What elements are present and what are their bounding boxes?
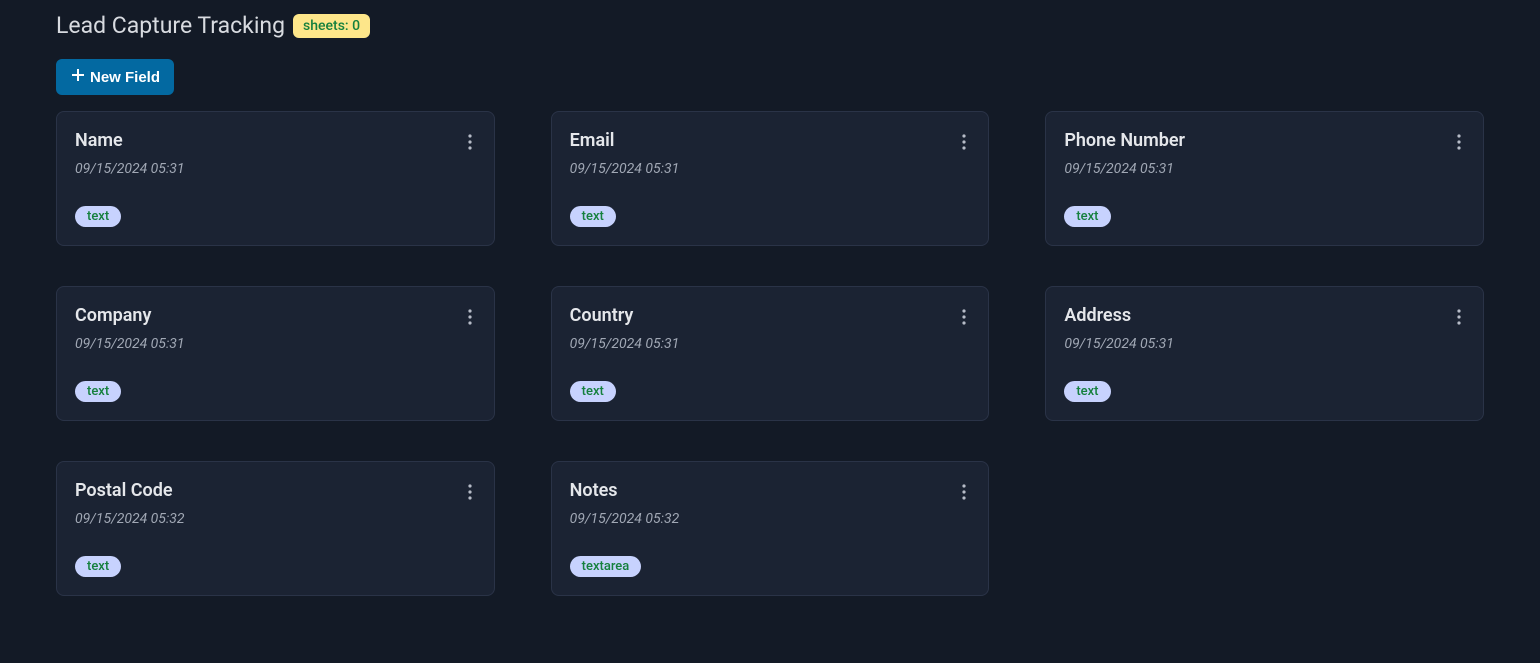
field-date: 09/15/2024 05:32 xyxy=(75,511,185,527)
field-title: Notes xyxy=(570,480,680,501)
more-vertical-icon xyxy=(468,134,472,153)
field-title: Postal Code xyxy=(75,480,185,501)
field-title: Email xyxy=(570,130,680,151)
field-date: 09/15/2024 05:32 xyxy=(570,511,680,527)
field-date: 09/15/2024 05:31 xyxy=(570,336,680,352)
plus-icon xyxy=(70,67,86,87)
field-more-button[interactable] xyxy=(958,480,970,507)
new-field-label: New Field xyxy=(90,69,160,86)
fields-grid: Name 09/15/2024 05:31 text Email 09/15/2… xyxy=(56,111,1484,596)
field-card: Country 09/15/2024 05:31 text xyxy=(551,286,990,421)
more-vertical-icon xyxy=(962,484,966,503)
field-card: Phone Number 09/15/2024 05:31 text xyxy=(1045,111,1484,246)
field-card: Postal Code 09/15/2024 05:32 text xyxy=(56,461,495,596)
field-type-badge: text xyxy=(570,381,616,402)
more-vertical-icon xyxy=(468,309,472,328)
field-date: 09/15/2024 05:31 xyxy=(75,336,185,352)
field-more-button[interactable] xyxy=(464,305,476,332)
field-title: Phone Number xyxy=(1064,130,1185,151)
more-vertical-icon xyxy=(962,309,966,328)
field-more-button[interactable] xyxy=(464,130,476,157)
page-header: Lead Capture Tracking sheets: 0 xyxy=(56,12,1484,39)
field-more-button[interactable] xyxy=(1453,130,1465,157)
more-vertical-icon xyxy=(468,484,472,503)
field-title: Name xyxy=(75,130,185,151)
more-vertical-icon xyxy=(1457,134,1461,153)
page-title: Lead Capture Tracking xyxy=(56,12,285,39)
field-card: Email 09/15/2024 05:31 text xyxy=(551,111,990,246)
field-more-button[interactable] xyxy=(958,305,970,332)
field-type-badge: text xyxy=(1064,381,1110,402)
field-more-button[interactable] xyxy=(958,130,970,157)
new-field-button[interactable]: New Field xyxy=(56,59,174,95)
field-type-badge: textarea xyxy=(570,556,642,577)
field-type-badge: text xyxy=(75,381,121,402)
field-card: Address 09/15/2024 05:31 text xyxy=(1045,286,1484,421)
field-card: Name 09/15/2024 05:31 text xyxy=(56,111,495,246)
field-more-button[interactable] xyxy=(1453,305,1465,332)
more-vertical-icon xyxy=(1457,309,1461,328)
field-title: Country xyxy=(570,305,680,326)
field-card: Notes 09/15/2024 05:32 textarea xyxy=(551,461,990,596)
field-more-button[interactable] xyxy=(464,480,476,507)
empty-grid-cell xyxy=(1045,461,1484,596)
field-type-badge: text xyxy=(75,206,121,227)
field-date: 09/15/2024 05:31 xyxy=(1064,161,1185,177)
sheets-count-badge: sheets: 0 xyxy=(293,14,370,38)
field-type-badge: text xyxy=(75,556,121,577)
field-date: 09/15/2024 05:31 xyxy=(1064,336,1174,352)
field-title: Address xyxy=(1064,305,1174,326)
field-type-badge: text xyxy=(1064,206,1110,227)
field-type-badge: text xyxy=(570,206,616,227)
field-date: 09/15/2024 05:31 xyxy=(75,161,185,177)
field-card: Company 09/15/2024 05:31 text xyxy=(56,286,495,421)
field-date: 09/15/2024 05:31 xyxy=(570,161,680,177)
field-title: Company xyxy=(75,305,185,326)
more-vertical-icon xyxy=(962,134,966,153)
